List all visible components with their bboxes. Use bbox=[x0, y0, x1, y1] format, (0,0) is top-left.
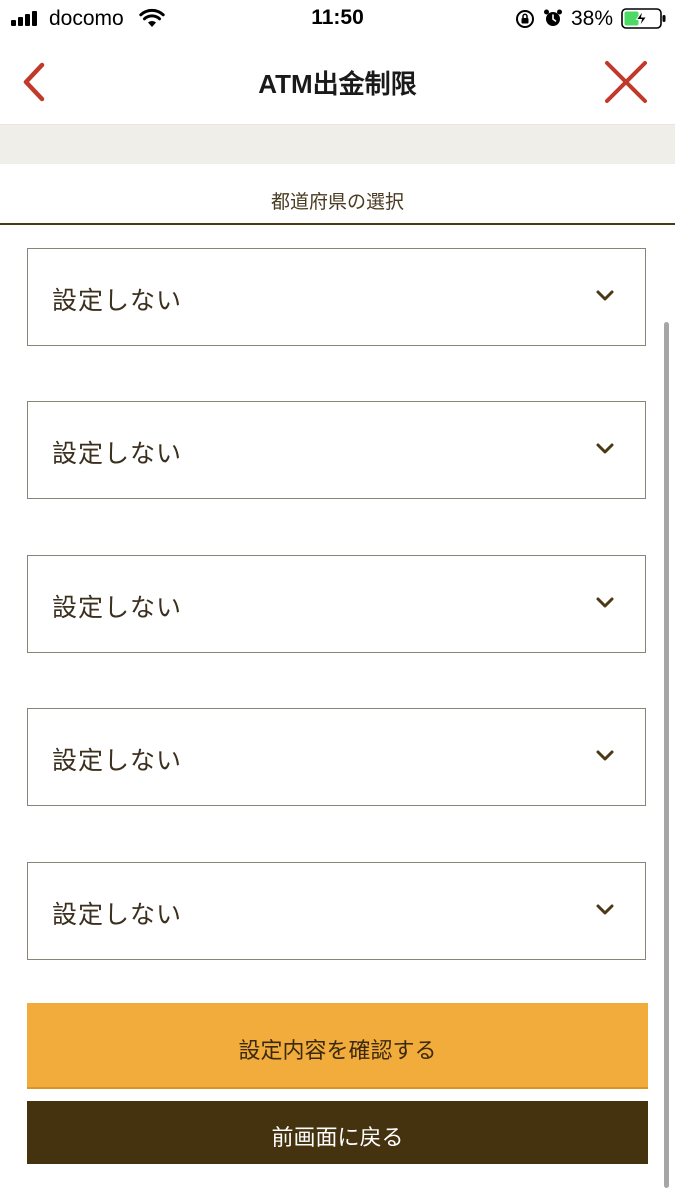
prefecture-select-4[interactable]: 設定しない bbox=[27, 708, 646, 806]
alarm-icon bbox=[544, 9, 562, 26]
select-value: 設定しない bbox=[52, 593, 183, 622]
close-icon[interactable] bbox=[604, 60, 648, 104]
prefecture-select-2[interactable]: 設定しない bbox=[27, 401, 646, 499]
lock-rotation-icon bbox=[516, 10, 534, 28]
previous-screen-button[interactable]: 前画面に戻る bbox=[27, 1101, 648, 1164]
battery-charging-icon bbox=[621, 8, 666, 29]
section-heading: 都道府県の選択 bbox=[270, 191, 404, 213]
select-value: 設定しない bbox=[52, 746, 183, 775]
confirm-settings-label: 設定内容を確認する bbox=[238, 1039, 437, 1064]
battery-percent: 38% bbox=[571, 7, 614, 30]
atm-withdrawal-limit-screen: docomo 11:50 38% ATM出金制限 都道府県の選択 設定しない 設… bbox=[0, 0, 675, 1200]
prefecture-select-1[interactable]: 設定しない bbox=[27, 248, 646, 346]
header-spacer-band bbox=[0, 125, 675, 164]
chevron-down-icon bbox=[596, 290, 614, 301]
chevron-down-icon bbox=[596, 904, 614, 915]
scrollbar[interactable] bbox=[664, 322, 669, 1188]
select-value: 設定しない bbox=[52, 900, 183, 929]
chevron-down-icon bbox=[596, 597, 614, 608]
prefecture-select-5[interactable]: 設定しない bbox=[27, 862, 646, 960]
section-divider bbox=[0, 223, 675, 225]
select-value: 設定しない bbox=[52, 439, 183, 468]
status-bar: docomo 11:50 38% bbox=[0, 0, 675, 40]
previous-screen-label: 前画面に戻る bbox=[271, 1126, 404, 1151]
confirm-settings-button[interactable]: 設定内容を確認する bbox=[27, 1003, 648, 1089]
chevron-down-icon bbox=[596, 750, 614, 761]
chevron-down-icon bbox=[596, 443, 614, 454]
page-title: ATM出金制限 bbox=[258, 69, 417, 99]
prefecture-select-3[interactable]: 設定しない bbox=[27, 555, 646, 653]
navigation-bar: ATM出金制限 bbox=[0, 40, 675, 125]
select-value: 設定しない bbox=[52, 286, 183, 315]
